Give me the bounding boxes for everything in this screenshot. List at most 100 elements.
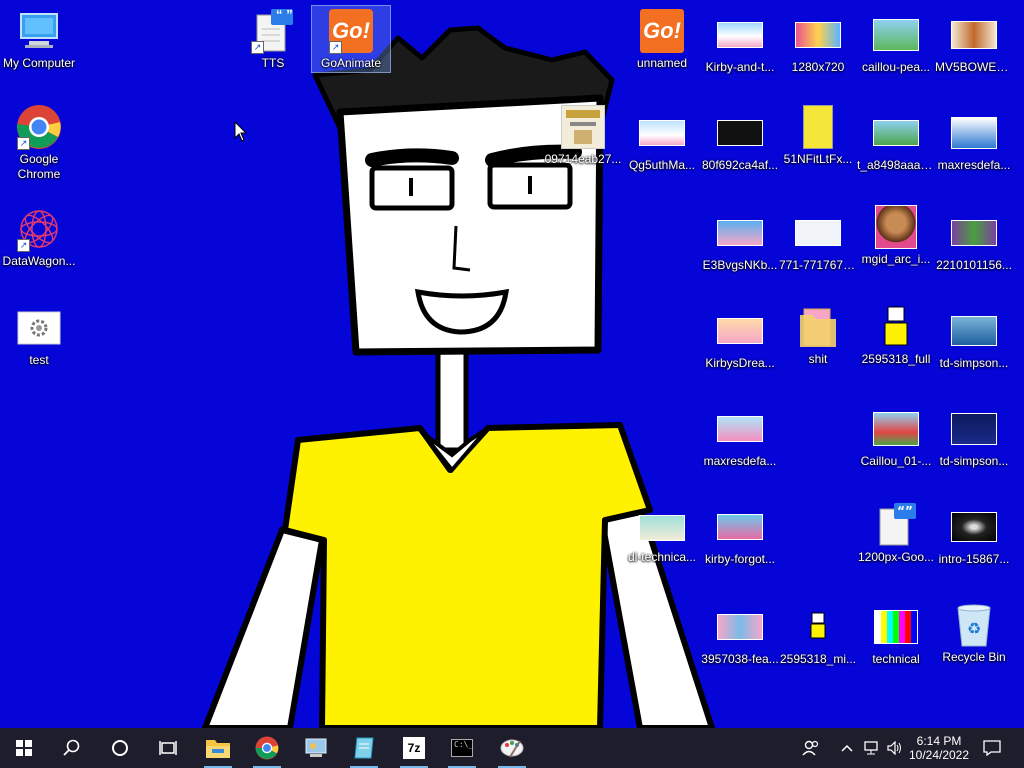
notepad-icon [354, 737, 374, 759]
document-quote-icon: “” [872, 502, 920, 548]
caillou-thumbnail-icon [872, 12, 920, 58]
folder-icon [794, 304, 842, 350]
taskbar-paint[interactable] [488, 728, 536, 768]
icon-label: t_a8498aaaa... [857, 158, 935, 172]
image-file-icon[interactable]: mgid_arc_i... [857, 204, 935, 267]
search-button[interactable] [48, 728, 96, 768]
taskbar-command-prompt[interactable]: C:\_ [438, 728, 486, 768]
my-computer-shortcut[interactable]: My Computer [0, 8, 78, 71]
start-button[interactable] [0, 728, 48, 768]
kirby-thumbnail-icon [716, 604, 764, 650]
people-button[interactable] [788, 728, 834, 768]
image-file-icon[interactable]: 09714eab27... [544, 104, 622, 167]
clock[interactable]: 6:14 PM 10/24/2022 [908, 728, 970, 768]
poster-thumbnail-icon [638, 508, 686, 548]
svg-text:♻: ♻ [967, 619, 981, 638]
image-file-icon[interactable]: t_a8498aaaa... [857, 110, 935, 173]
volume-icon [887, 741, 901, 755]
image-file-icon[interactable]: E3BvgsNKb... [701, 210, 779, 273]
svg-text:“”: “” [897, 504, 913, 518]
cortana-circle-icon [112, 740, 128, 756]
cmd-icon-text: C:\_ [454, 740, 474, 749]
volume-button[interactable] [884, 728, 906, 768]
icon-label: dl-technica... [627, 550, 697, 564]
image-file-icon[interactable]: 2210101156... [935, 210, 1013, 273]
search-icon [63, 739, 80, 756]
icon-label: maxresdefa... [937, 158, 1011, 172]
image-file-icon[interactable]: 1280x720 [779, 12, 857, 75]
icon-label: td-simpson... [939, 356, 1009, 370]
caillou-thumbnail-icon [872, 110, 920, 156]
document-quote-icon: “ ” ↗ [249, 7, 297, 54]
image-file-icon[interactable]: Go! unnamed [623, 8, 701, 71]
cortana-button[interactable] [96, 728, 144, 768]
goanimate-shortcut[interactable]: Go! ↗ GoAnimate [311, 5, 391, 73]
icon-label: 3957038-fea... [701, 652, 779, 666]
paint-icon [500, 739, 524, 758]
image-file-icon[interactable]: td-simpson... [935, 406, 1013, 469]
folder-shit[interactable]: shit [779, 304, 857, 367]
image-file-icon[interactable]: maxresdefa... [701, 406, 779, 469]
icon-label: test [29, 353, 49, 367]
image-file-icon[interactable]: Qg5uthMa... [623, 110, 701, 173]
taskbar-control-panel[interactable] [292, 728, 340, 768]
google-chrome-shortcut[interactable]: ↗ Google Chrome [0, 104, 78, 182]
test-file-icon[interactable]: test [0, 305, 78, 368]
character-thumbnail-icon [794, 604, 842, 650]
icon-label: 09714eab27... [544, 152, 622, 166]
goanimate-logo-icon: Go! ↗ [327, 8, 375, 54]
image-file-icon[interactable]: 2595318_mi... [779, 604, 857, 667]
image-file-icon[interactable]: 3957038-fea... [701, 604, 779, 667]
notification-icon [983, 740, 1001, 756]
chrome-icon: ↗ [15, 104, 63, 150]
taskbar: 7z C:\_ 6:14 PM 10/24/2022 [0, 728, 1024, 768]
datawagon-shortcut[interactable]: ↗ DataWagon... [0, 206, 78, 269]
action-center-button[interactable] [972, 728, 1012, 768]
image-file-icon[interactable]: caillou-pea... [857, 12, 935, 75]
image-file-icon[interactable]: td-simpson... [935, 308, 1013, 371]
book-cover-icon [794, 104, 842, 150]
control-panel-icon [305, 738, 327, 757]
image-file-icon[interactable]: intro-15867... [935, 504, 1013, 567]
taskbar-chrome[interactable] [243, 728, 291, 768]
recycle-bin[interactable]: ♻ Recycle Bin [935, 602, 1013, 665]
image-file-icon[interactable]: Caillou_01-... [857, 406, 935, 469]
people-icon [802, 740, 819, 756]
taskbar-notepad[interactable] [340, 728, 388, 768]
shortcut-arrow-icon: ↗ [17, 137, 30, 150]
image-file-icon[interactable]: dl-technica... [623, 508, 701, 565]
icon-label: td-simpson... [939, 454, 1009, 468]
icon-label: intro-15867... [938, 552, 1010, 566]
kirby-thumbnail-icon [794, 12, 842, 58]
image-file-icon[interactable]: MV5BOWE1... [935, 12, 1013, 75]
image-file-icon[interactable]: “” 1200px-Goo... [857, 502, 935, 565]
taskbar-7zip[interactable]: 7z [390, 728, 438, 768]
icon-label: technical [872, 652, 920, 666]
movie-thumbnail-icon [950, 12, 998, 58]
image-file-icon[interactable]: technical [857, 604, 935, 667]
kirby-thumbnail-icon [716, 12, 764, 58]
image-file-icon[interactable]: 51NFitLtFx... [779, 104, 857, 167]
recycle-bin-icon: ♻ [950, 602, 998, 648]
image-file-icon[interactable]: 80f692ca4af... [701, 110, 779, 173]
image-file-icon[interactable]: 2595318_full [857, 304, 935, 367]
image-file-icon[interactable]: 771-7717675... [779, 210, 857, 273]
network-button[interactable] [860, 728, 882, 768]
command-prompt-icon: C:\_ [451, 739, 473, 757]
tts-shortcut[interactable]: “ ” ↗ TTS [234, 7, 312, 71]
show-hidden-icons-button[interactable] [836, 728, 858, 768]
kirby-thumbnail-icon [716, 504, 764, 550]
image-file-icon[interactable]: KirbysDrea... [701, 308, 779, 371]
task-view-button[interactable] [144, 728, 192, 768]
shortcut-arrow-icon: ↗ [251, 41, 264, 54]
icon-label: caillou-pea... [861, 60, 931, 74]
video-thumbnail-icon [950, 308, 998, 354]
taskbar-file-explorer[interactable] [194, 728, 242, 768]
7zip-icon-text: 7z [407, 741, 421, 755]
kirby-thumbnail-icon [716, 210, 764, 256]
computer-monitor-icon [15, 8, 63, 54]
image-file-icon[interactable]: Kirby-and-t... [701, 12, 779, 75]
icon-label: 771-7717675... [779, 258, 857, 272]
image-file-icon[interactable]: maxresdefa... [935, 110, 1013, 173]
image-file-icon[interactable]: kirby-forgot... [701, 504, 779, 567]
